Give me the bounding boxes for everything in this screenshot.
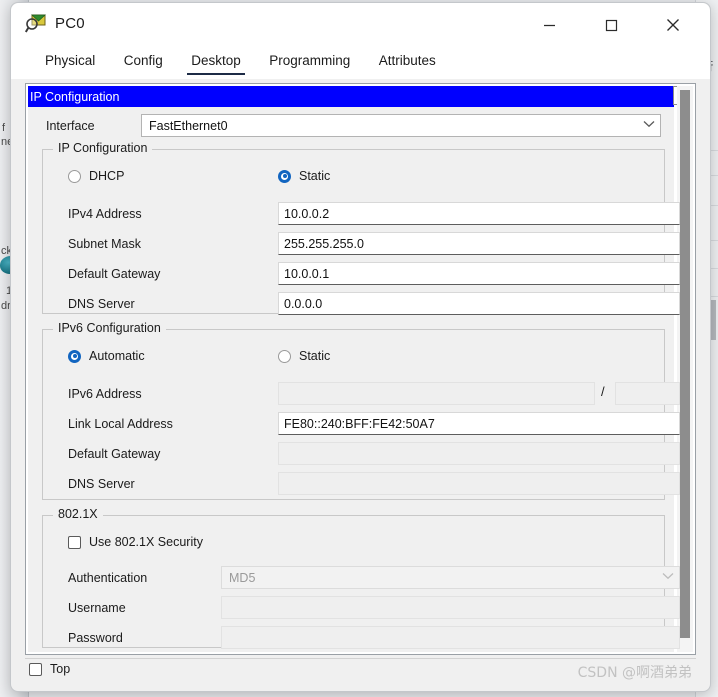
radio-dhcp-indicator xyxy=(68,169,81,183)
pc0-device-window: PC0 Physical Config Desktop Programming … xyxy=(10,2,711,692)
checkbox-indicator xyxy=(29,662,42,676)
radio-ipv6-automatic[interactable]: Automatic xyxy=(68,349,145,363)
device-tab-bar: Physical Config Desktop Programming Attr… xyxy=(11,47,710,79)
dot1x-group-legend: 802.1X xyxy=(53,507,103,521)
maximize-button[interactable] xyxy=(588,3,634,47)
ip-configuration-panel-title-bar: IP Configuration xyxy=(28,86,674,107)
ipv4-default-gateway-input[interactable]: 10.0.0.1 xyxy=(278,262,680,285)
top-checkbox[interactable]: Top xyxy=(29,662,70,676)
ipv6-gateway-label-row: Default Gateway xyxy=(68,443,160,465)
tab-physical[interactable]: Physical xyxy=(33,47,107,76)
ipv6-configuration-group-legend: IPv6 Configuration xyxy=(53,321,166,335)
csdn-watermark: CSDN @啊酒弟弟 xyxy=(577,665,692,681)
packet-tracer-magnifier-icon xyxy=(25,14,47,33)
footer-divider xyxy=(25,658,696,659)
radio-ipv6-automatic-label: Automatic xyxy=(89,349,145,363)
ipv6-address-label: IPv6 Address xyxy=(68,387,142,401)
link-local-address-input[interactable]: FE80::240:BFF:FE42:50A7 xyxy=(278,412,680,435)
subnet-mask-label-row: Subnet Mask xyxy=(68,233,141,255)
dot1x-group: 802.1X Use 802.1X Security Authenticatio… xyxy=(42,507,680,649)
ipv4-dns-server-input[interactable]: 0.0.0.0 xyxy=(278,292,680,315)
password-input[interactable] xyxy=(221,626,680,649)
close-button[interactable] xyxy=(650,3,696,47)
ipv6-dns-server-input[interactable] xyxy=(278,472,680,495)
panel-scrollbar-thumb[interactable] xyxy=(680,90,690,638)
interface-label: Interface xyxy=(46,119,95,133)
radio-ipv6-automatic-indicator xyxy=(68,349,81,363)
ipv6-prefix-length-input[interactable] xyxy=(615,382,680,405)
username-label-row: Username xyxy=(68,597,126,619)
username-label: Username xyxy=(68,601,126,615)
minimize-icon xyxy=(543,24,555,26)
ipv6-prefix-separator: / xyxy=(601,384,605,399)
ipv4-gateway-label-row: Default Gateway xyxy=(68,263,160,285)
ipv6-default-gateway-label: Default Gateway xyxy=(68,447,161,461)
panel-title-text: IP Configuration xyxy=(30,89,120,104)
ipv6-dns-label-row: DNS Server xyxy=(68,473,135,495)
radio-ipv6-static-indicator xyxy=(278,349,291,363)
password-label-row: Password xyxy=(68,627,123,649)
radio-static-ipv4-label: Static xyxy=(299,169,331,183)
radio-dhcp-label: DHCP xyxy=(89,169,125,183)
top-checkbox-label: Top xyxy=(50,662,71,676)
background-text-fragment: f xyxy=(2,122,6,134)
tab-config[interactable]: Config xyxy=(112,47,175,76)
radio-ipv6-static[interactable]: Static xyxy=(278,349,330,363)
ip-configuration-group-legend: IP Configuration xyxy=(53,141,153,155)
radio-ipv6-static-label: Static xyxy=(299,349,331,363)
ipv4-default-gateway-label: Default Gateway xyxy=(68,267,161,281)
ipv4-address-label: IPv4 Address xyxy=(68,207,142,221)
authentication-selected-value: MD5 xyxy=(229,570,256,585)
window-footer: Top CSDN @啊酒弟弟 xyxy=(25,658,696,684)
username-input[interactable] xyxy=(221,596,680,619)
tab-desktop[interactable]: Desktop xyxy=(179,47,253,76)
ip-configuration-group: IP Configuration DHCP Static IPv4 Addres… xyxy=(42,141,680,315)
interface-selected-value: FastEthernet0 xyxy=(149,118,228,133)
radio-dhcp[interactable]: DHCP xyxy=(68,169,124,183)
interface-select[interactable]: FastEthernet0 xyxy=(141,114,661,137)
desktop-content-area: IP Configuration X Interface FastEtherne… xyxy=(25,83,696,655)
chevron-down-icon xyxy=(657,572,679,583)
subnet-mask-label: Subnet Mask xyxy=(68,237,141,251)
password-label: Password xyxy=(68,631,123,645)
maximize-icon xyxy=(605,19,617,31)
ipv6-default-gateway-input[interactable] xyxy=(278,442,680,465)
subnet-mask-input[interactable]: 255.255.255.0 xyxy=(278,232,680,255)
ipv4-dns-server-label: DNS Server xyxy=(68,297,135,311)
ipv4-address-input[interactable]: 10.0.0.2 xyxy=(278,202,680,225)
window-title-bar: PC0 xyxy=(11,3,710,47)
authentication-label: Authentication xyxy=(68,571,148,585)
authentication-select[interactable]: MD5 xyxy=(221,566,680,589)
use-dot1x-security-checkbox[interactable]: Use 802.1X Security xyxy=(68,535,203,549)
chevron-down-icon xyxy=(638,120,660,131)
checkbox-indicator xyxy=(68,535,81,549)
radio-static-ipv4-indicator xyxy=(278,169,291,183)
minimize-button[interactable] xyxy=(526,3,572,47)
tab-attributes[interactable]: Attributes xyxy=(367,47,448,76)
use-dot1x-security-label: Use 802.1X Security xyxy=(89,535,203,549)
close-icon xyxy=(667,19,679,31)
link-local-address-label: Link Local Address xyxy=(68,417,173,431)
radio-static-ipv4[interactable]: Static xyxy=(278,169,330,183)
ipv4-address-label-row: IPv4 Address xyxy=(68,203,142,225)
ipv6-dns-server-label: DNS Server xyxy=(68,477,135,491)
ip-configuration-panel-body: Interface FastEthernet0 IP Configuration… xyxy=(28,107,680,652)
tab-programming[interactable]: Programming xyxy=(257,47,362,76)
ipv6-address-label-row: IPv6 Address xyxy=(68,383,142,405)
authentication-label-row: Authentication xyxy=(68,567,147,589)
ipv6-configuration-group: IPv6 Configuration Automatic Static IPv6… xyxy=(42,321,680,500)
interface-label-row: Interface xyxy=(46,115,95,137)
link-local-address-label-row: Link Local Address xyxy=(68,413,173,435)
ipv6-address-input[interactable] xyxy=(278,382,595,405)
ipv4-dns-label-row: DNS Server xyxy=(68,293,135,315)
window-title: PC0 xyxy=(55,15,85,32)
